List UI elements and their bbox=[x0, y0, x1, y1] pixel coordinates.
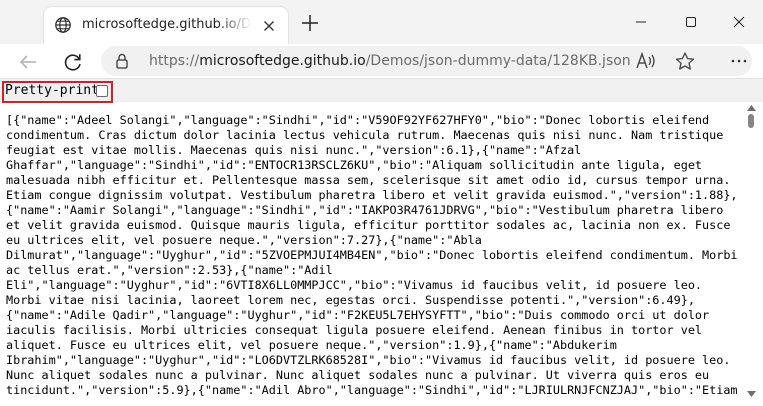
json-line: ac tellus erat.","version":2.53},{"name"… bbox=[6, 263, 333, 277]
json-line: aliquet. Fusce eu ultrices elit, vel pos… bbox=[6, 338, 617, 352]
json-line: malesuada nibh efficitur et. Pellentesqu… bbox=[6, 173, 731, 187]
plus-icon[interactable] bbox=[297, 11, 323, 35]
favorite-star-icon[interactable] bbox=[674, 51, 696, 71]
scroll-up-arrow-icon[interactable] bbox=[746, 104, 757, 112]
more-icon[interactable] bbox=[728, 51, 750, 71]
json-line: condimentum. Cras dictum dolor lacinia l… bbox=[6, 128, 724, 142]
address-bar[interactable]: https://microsoftedge.github.io/Demos/js… bbox=[101, 46, 752, 76]
json-line: Morbi vitae nisi lacinia, laoreet lorem … bbox=[6, 293, 695, 307]
scrollbar-thumb[interactable] bbox=[748, 114, 754, 128]
active-tab[interactable]: microsoftedge.github.io/Demos/json-dummy… bbox=[44, 7, 288, 44]
json-line: [{"name":"Adeel Solangi","language":"Sin… bbox=[6, 113, 710, 127]
close-icon[interactable] bbox=[259, 16, 279, 36]
window-close-icon[interactable] bbox=[719, 8, 759, 36]
json-line: eu ultrices elit, vel posuere neque.","v… bbox=[6, 233, 482, 247]
read-aloud-icon[interactable] bbox=[635, 51, 657, 71]
browser-toolbar: https://microsoftedge.github.io/Demos/js… bbox=[0, 44, 763, 78]
json-line: Etiam congue dignissim volutpat. Vestibu… bbox=[6, 188, 738, 202]
json-line: Dilmurat","language":"Uyghur","id":"5ZVO… bbox=[6, 248, 738, 262]
vertical-scrollbar[interactable] bbox=[745, 103, 758, 403]
json-line: iaculis facilisis. Morbi ultricies conse… bbox=[6, 323, 703, 337]
pretty-print-checkbox[interactable] bbox=[96, 85, 108, 97]
globe-icon bbox=[55, 17, 71, 33]
title-bar: microsoftedge.github.io/Demos/json-dummy… bbox=[0, 0, 763, 44]
json-line: Ghaffar","language":"Sindhi","id":"ENTOC… bbox=[6, 158, 703, 172]
maximize-icon[interactable] bbox=[671, 8, 711, 36]
pretty-print-label: Pretty-print bbox=[5, 83, 99, 98]
url-protocol: https:// bbox=[149, 53, 200, 69]
scroll-down-arrow-icon[interactable] bbox=[746, 390, 757, 398]
json-line: Ibrahim","language":"Uyghur","id":"LO6DV… bbox=[6, 353, 731, 367]
json-line: {"name":"Aamir Solangi","language":"Sind… bbox=[6, 203, 724, 217]
json-line: feugiat est vitae mollis. Maecenas quis … bbox=[6, 143, 582, 157]
json-line: Nunc aliquet sodales nunc a pulvinar. Nu… bbox=[6, 368, 710, 382]
json-content: [{"name":"Adeel Solangi","language":"Sin… bbox=[6, 113, 742, 403]
url-path: /Demos/json-dummy-data/128KB.json bbox=[365, 53, 631, 69]
url-host: microsoftedge.github.io bbox=[199, 53, 366, 69]
pretty-print-bar bbox=[0, 79, 763, 102]
refresh-icon[interactable] bbox=[59, 48, 87, 76]
url-text[interactable]: https://microsoftedge.github.io/Demos/js… bbox=[149, 53, 631, 69]
back-arrow-icon[interactable] bbox=[14, 48, 42, 76]
json-line: {"name":"Adile Qadir","language":"Uyghur… bbox=[6, 308, 710, 322]
json-line: tincidunt.","version":5.9},{"name":"Adil… bbox=[6, 383, 738, 397]
tab-title: microsoftedge.github.io/Demos/json-dummy… bbox=[82, 17, 252, 32]
json-line: Eli","language":"Uyghur","id":"6VTI8X6LL… bbox=[6, 278, 703, 292]
minimize-icon[interactable] bbox=[621, 8, 661, 36]
lock-icon[interactable] bbox=[113, 52, 131, 70]
json-line: et velit gravida euismod. Quisque mauris… bbox=[6, 218, 731, 232]
